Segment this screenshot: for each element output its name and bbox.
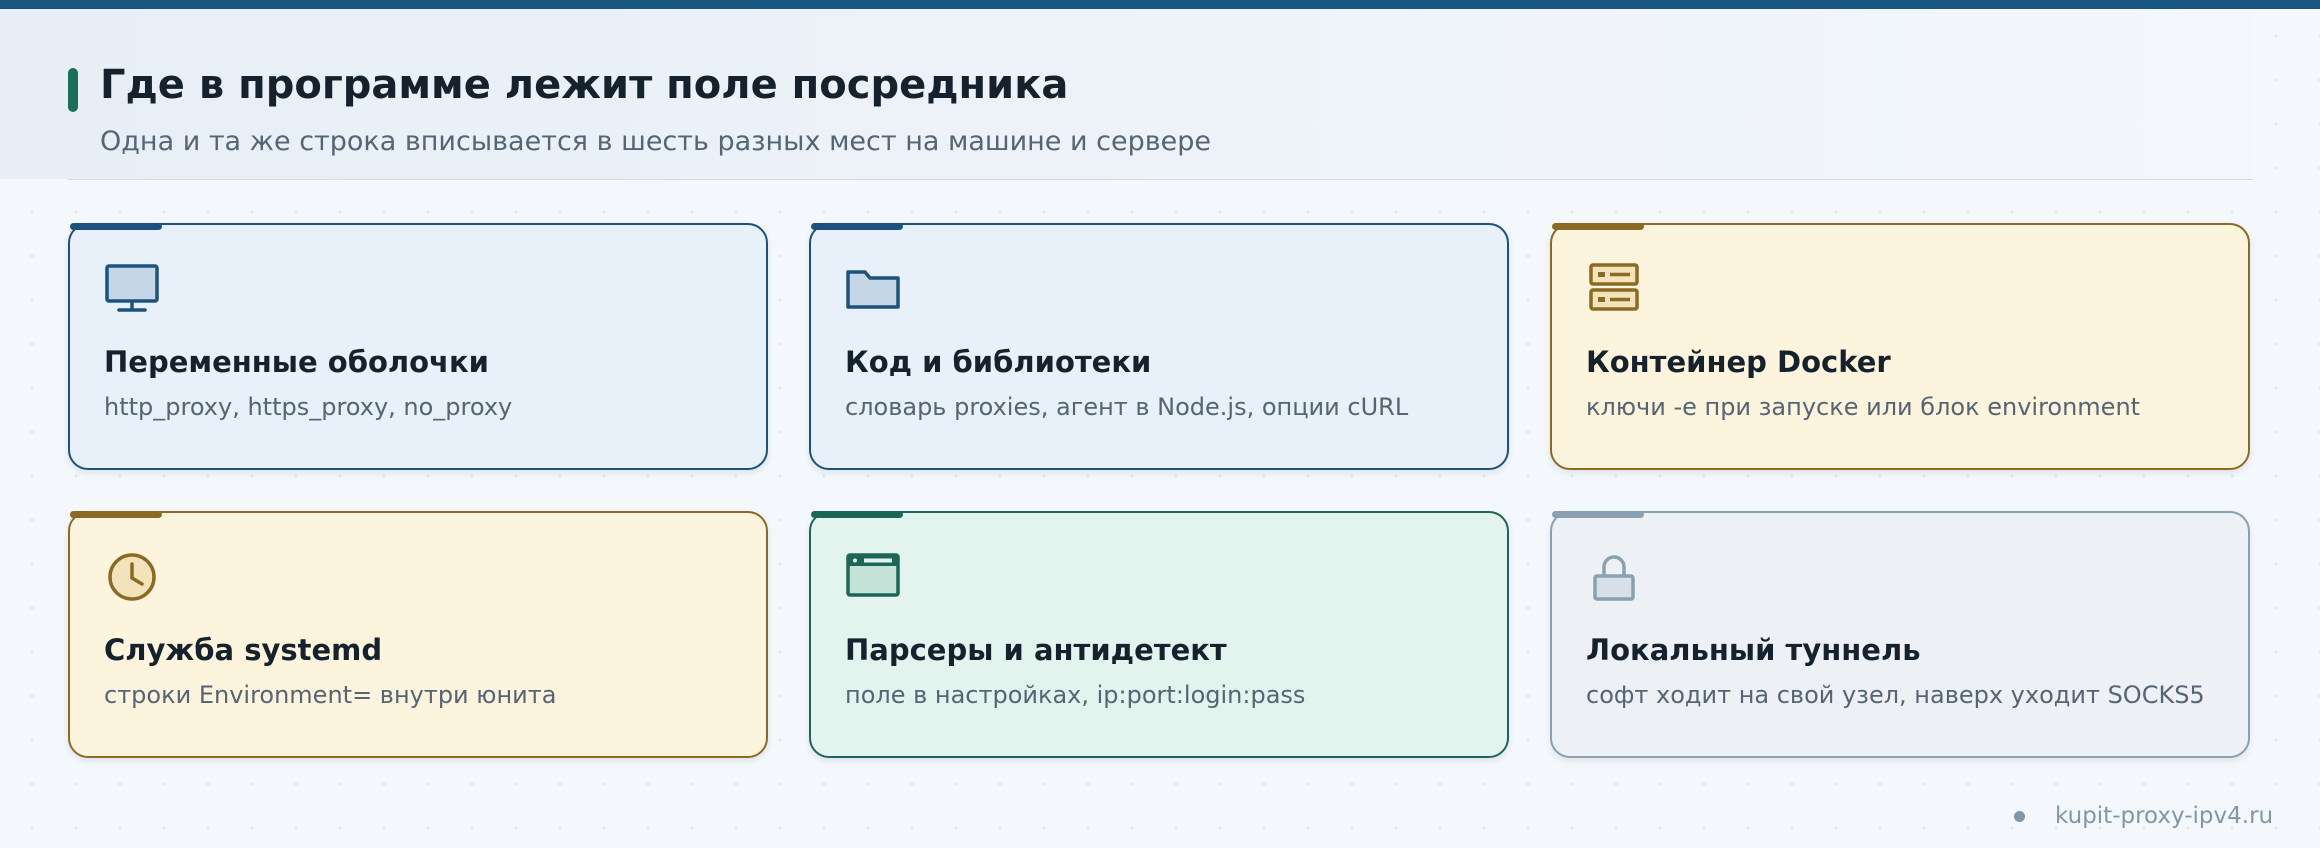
- card-accent-tab: [811, 511, 903, 518]
- header-accent-marker: [68, 68, 78, 112]
- page-subtitle: Одна и та же строка вписывается в шесть …: [100, 126, 1211, 157]
- card-title: Код и библиотеки: [845, 345, 1152, 379]
- footer-site-link[interactable]: kupit-proxy-ipv4.ru: [2055, 803, 2273, 829]
- top-accent-bar: [0, 0, 2320, 9]
- card-accent-tab: [1552, 511, 1644, 518]
- page-title: Где в программе лежит поле посредника: [100, 62, 1069, 108]
- card-description: ключи -e при запуске или блок environmen…: [1586, 393, 2141, 421]
- monitor-icon: [104, 261, 160, 317]
- card-local-tunnel: Локальный туннель софт ходит на свой узе…: [1550, 511, 2250, 758]
- card-description: строки Environment= внутри юнита: [104, 681, 557, 709]
- card-systemd-service: Служба systemd строки Environment= внутр…: [68, 511, 768, 758]
- header-divider: [68, 179, 2253, 180]
- card-parsers-antidetect: Парсеры и антидетект поле в настройках, …: [809, 511, 1509, 758]
- card-accent-tab: [70, 223, 162, 230]
- card-description: поле в настройках, ip:port:login:pass: [845, 681, 1306, 709]
- card-title: Парсеры и антидетект: [845, 633, 1227, 667]
- server-icon: [1586, 261, 1642, 317]
- card-accent-tab: [70, 511, 162, 518]
- folder-icon: [845, 261, 901, 317]
- card-title: Локальный туннель: [1586, 633, 1921, 667]
- lock-icon: [1586, 549, 1642, 605]
- card-docker-container: Контейнер Docker ключи -e при запуске ил…: [1550, 223, 2250, 470]
- footer: kupit-proxy-ipv4.ru: [2014, 800, 2273, 832]
- card-description: софт ходит на свой узел, наверх уходит S…: [1586, 681, 2205, 709]
- card-shell-variables: Переменные оболочки http_proxy, https_pr…: [68, 223, 768, 470]
- card-title: Переменные оболочки: [104, 345, 489, 379]
- browser-window-icon: [845, 549, 901, 605]
- card-accent-tab: [811, 223, 903, 230]
- card-description: словарь proxies, агент в Node.js, опции …: [845, 393, 1409, 421]
- card-accent-tab: [1552, 223, 1644, 230]
- card-description: http_proxy, https_proxy, no_proxy: [104, 393, 513, 421]
- card-code-libraries: Код и библиотеки словарь proxies, агент …: [809, 223, 1509, 470]
- card-title: Служба systemd: [104, 633, 383, 667]
- footer-dot: [2014, 810, 2025, 822]
- card-title: Контейнер Docker: [1586, 345, 1891, 379]
- clock-icon: [104, 549, 160, 605]
